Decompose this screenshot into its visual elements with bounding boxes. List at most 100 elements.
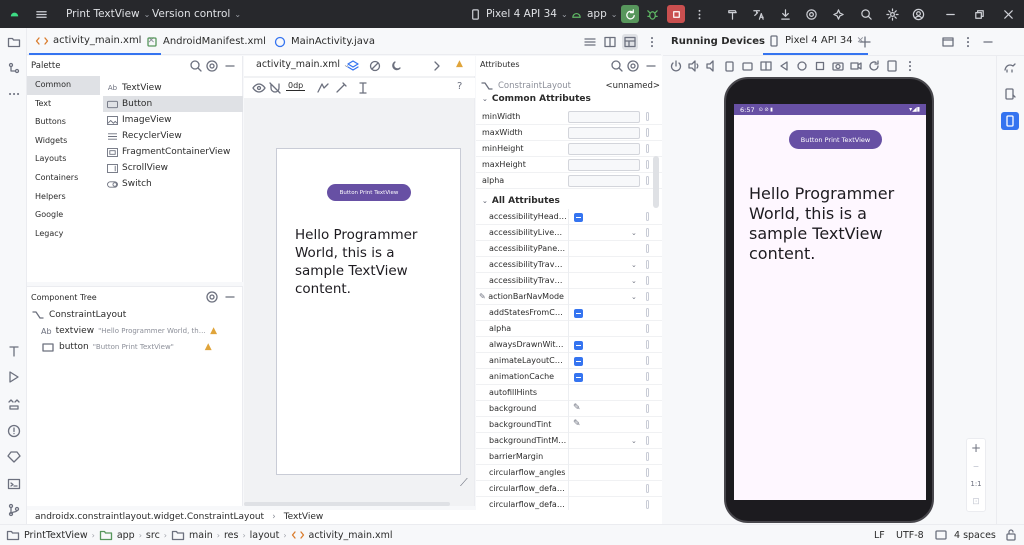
rotate-right-icon[interactable] [741, 59, 755, 73]
chevron-down-icon[interactable]: ⌄ [631, 433, 637, 449]
attribute-row[interactable]: alwaysDrawnWithCa... [476, 337, 662, 353]
folder-icon[interactable] [6, 34, 21, 49]
palette-category[interactable]: Buttons [27, 113, 100, 132]
more-actions-button[interactable] [693, 0, 706, 28]
screenshot-icon[interactable] [831, 59, 845, 73]
project-selector[interactable]: Print TextView ⌄ [66, 0, 150, 28]
lock-icon[interactable] [1004, 528, 1018, 542]
blueprint-icon[interactable] [368, 59, 382, 73]
minimize-button[interactable] [944, 0, 957, 28]
add-icon[interactable] [858, 35, 872, 49]
layout-canvas[interactable]: Button Print TextView Hello Programmer W… [276, 148, 461, 475]
eye-icon[interactable] [252, 81, 266, 95]
canvas-textview[interactable]: Hello Programmer World, this is a sample… [295, 226, 445, 298]
chevron-down-icon[interactable]: ⌄ [631, 225, 637, 241]
power-icon[interactable] [669, 59, 683, 73]
common-attribute-row[interactable]: minWidth [476, 109, 662, 125]
checkbox-icon[interactable] [574, 341, 583, 350]
attribute-row[interactable]: alpha [476, 321, 662, 337]
attribute-row[interactable]: backgroundTintMode ⌄ [476, 433, 662, 449]
breadcrumb-item[interactable]: androidx.constraintlayout.widget.Constra… [35, 512, 264, 522]
rotate-left-icon[interactable] [723, 59, 737, 73]
attribute-pin-icon[interactable] [646, 308, 649, 317]
warning-icon[interactable]: ▲ [456, 59, 463, 69]
home-icon[interactable] [795, 59, 809, 73]
tree-root-constraintlayout[interactable]: ConstraintLayout [31, 308, 126, 322]
attribute-value-input[interactable] [568, 175, 640, 187]
gear-icon[interactable] [205, 290, 219, 304]
attribute-pin-icon[interactable] [646, 340, 649, 349]
attribute-value[interactable]: ✎ [568, 417, 642, 433]
path-item[interactable]: activity_main.xml [309, 530, 393, 541]
minimize-panel-icon[interactable] [981, 35, 995, 49]
chevron-right-icon[interactable] [430, 59, 444, 73]
zoom-actual-size-button[interactable]: 1:1 [967, 475, 985, 493]
attribute-pin-icon[interactable] [646, 128, 649, 137]
warning-icon[interactable]: ▲ [210, 326, 217, 336]
all-attributes-header[interactable]: ⌄ All Attributes [476, 192, 662, 209]
line-separator[interactable]: LF [874, 525, 885, 545]
attribute-row[interactable]: accessibilityHeading [476, 209, 662, 225]
attribute-row[interactable]: animateLayoutChan... [476, 353, 662, 369]
snapshot-icon[interactable] [867, 59, 881, 73]
attribute-pin-icon[interactable] [646, 176, 649, 185]
checkbox-icon[interactable] [574, 373, 583, 382]
palette-category[interactable]: Google [27, 206, 100, 225]
attribute-pin-icon[interactable] [646, 372, 649, 381]
palette-category[interactable]: Helpers [27, 188, 100, 207]
palette-widget-scrollview[interactable]: ScrollView [103, 160, 243, 176]
main-menu-button[interactable] [35, 0, 48, 28]
resource-picker-icon[interactable]: ✎ [573, 403, 581, 413]
search-icon[interactable] [189, 59, 203, 73]
more-horizontal-icon[interactable] [6, 86, 21, 101]
chevron-down-icon[interactable]: ⌄ [631, 273, 637, 289]
record-icon[interactable] [849, 59, 863, 73]
vcs-selector[interactable]: Version control ⌄ [152, 0, 241, 28]
infer-constraints-icon[interactable] [334, 81, 348, 95]
attribute-value[interactable]: ⌄ [568, 433, 642, 449]
attribute-value[interactable]: ⌄ [568, 257, 642, 273]
layers-icon[interactable] [346, 59, 360, 73]
attribute-row[interactable]: circularflow_defaultA... [476, 481, 662, 497]
attribute-value[interactable]: ✎ [568, 401, 642, 417]
attribute-row[interactable]: accessibilityPaneTitle [476, 241, 662, 257]
attribute-value[interactable] [568, 241, 642, 257]
problems-icon[interactable] [6, 423, 21, 438]
attribute-pin-icon[interactable] [646, 244, 649, 253]
translate-button[interactable] [752, 0, 765, 28]
device-button[interactable]: Button Print TextView [789, 130, 882, 149]
tree-item-textview[interactable]: Ab textview "Hello Programmer World, thi… [41, 324, 231, 338]
attribute-value[interactable] [568, 321, 642, 337]
breadcrumb-item[interactable]: TextView [284, 512, 324, 522]
attribute-row[interactable]: accessibilityTravers... ⌄ [476, 273, 662, 289]
palette-category[interactable]: Text [27, 95, 100, 114]
attribute-value[interactable]: ⌄ [568, 289, 642, 305]
attribute-row[interactable]: accessibilityTravers... ⌄ [476, 257, 662, 273]
fold-icon[interactable] [759, 59, 773, 73]
checkbox-icon[interactable] [574, 309, 583, 318]
palette-widget-fragmentcontainerview[interactable]: FragmentContainerView [103, 144, 243, 160]
tab-android-manifest[interactable]: AndroidManifest.xml [139, 28, 272, 55]
attribute-pin-icon[interactable] [646, 324, 649, 333]
palette-category[interactable]: Legacy [27, 225, 100, 244]
attribute-pin-icon[interactable] [646, 420, 649, 429]
volume-up-icon[interactable] [687, 59, 701, 73]
file-select-dropdown[interactable]: activity_main.xml ⌄ [256, 59, 350, 70]
guidelines-icon[interactable] [356, 81, 370, 95]
attribute-row[interactable]: barrierMargin [476, 449, 662, 465]
volume-down-icon[interactable] [705, 59, 719, 73]
attribute-pin-icon[interactable] [646, 388, 649, 397]
minimize-panel-icon[interactable] [223, 290, 237, 304]
run-icon[interactable] [6, 369, 21, 384]
attribute-pin-icon[interactable] [646, 452, 649, 461]
build-hammer-icon[interactable] [6, 343, 21, 358]
gem-icon[interactable] [6, 449, 21, 464]
palette-widget-textview[interactable]: Ab TextView [103, 80, 243, 96]
attribute-pin-icon[interactable] [646, 500, 649, 509]
attribute-value[interactable] [568, 305, 642, 321]
attribute-row[interactable]: animationCache [476, 369, 662, 385]
code-view-icon[interactable] [583, 35, 597, 49]
overview-icon[interactable] [813, 59, 827, 73]
palette-category[interactable]: Widgets [27, 132, 100, 151]
split-view-icon[interactable] [603, 35, 617, 49]
